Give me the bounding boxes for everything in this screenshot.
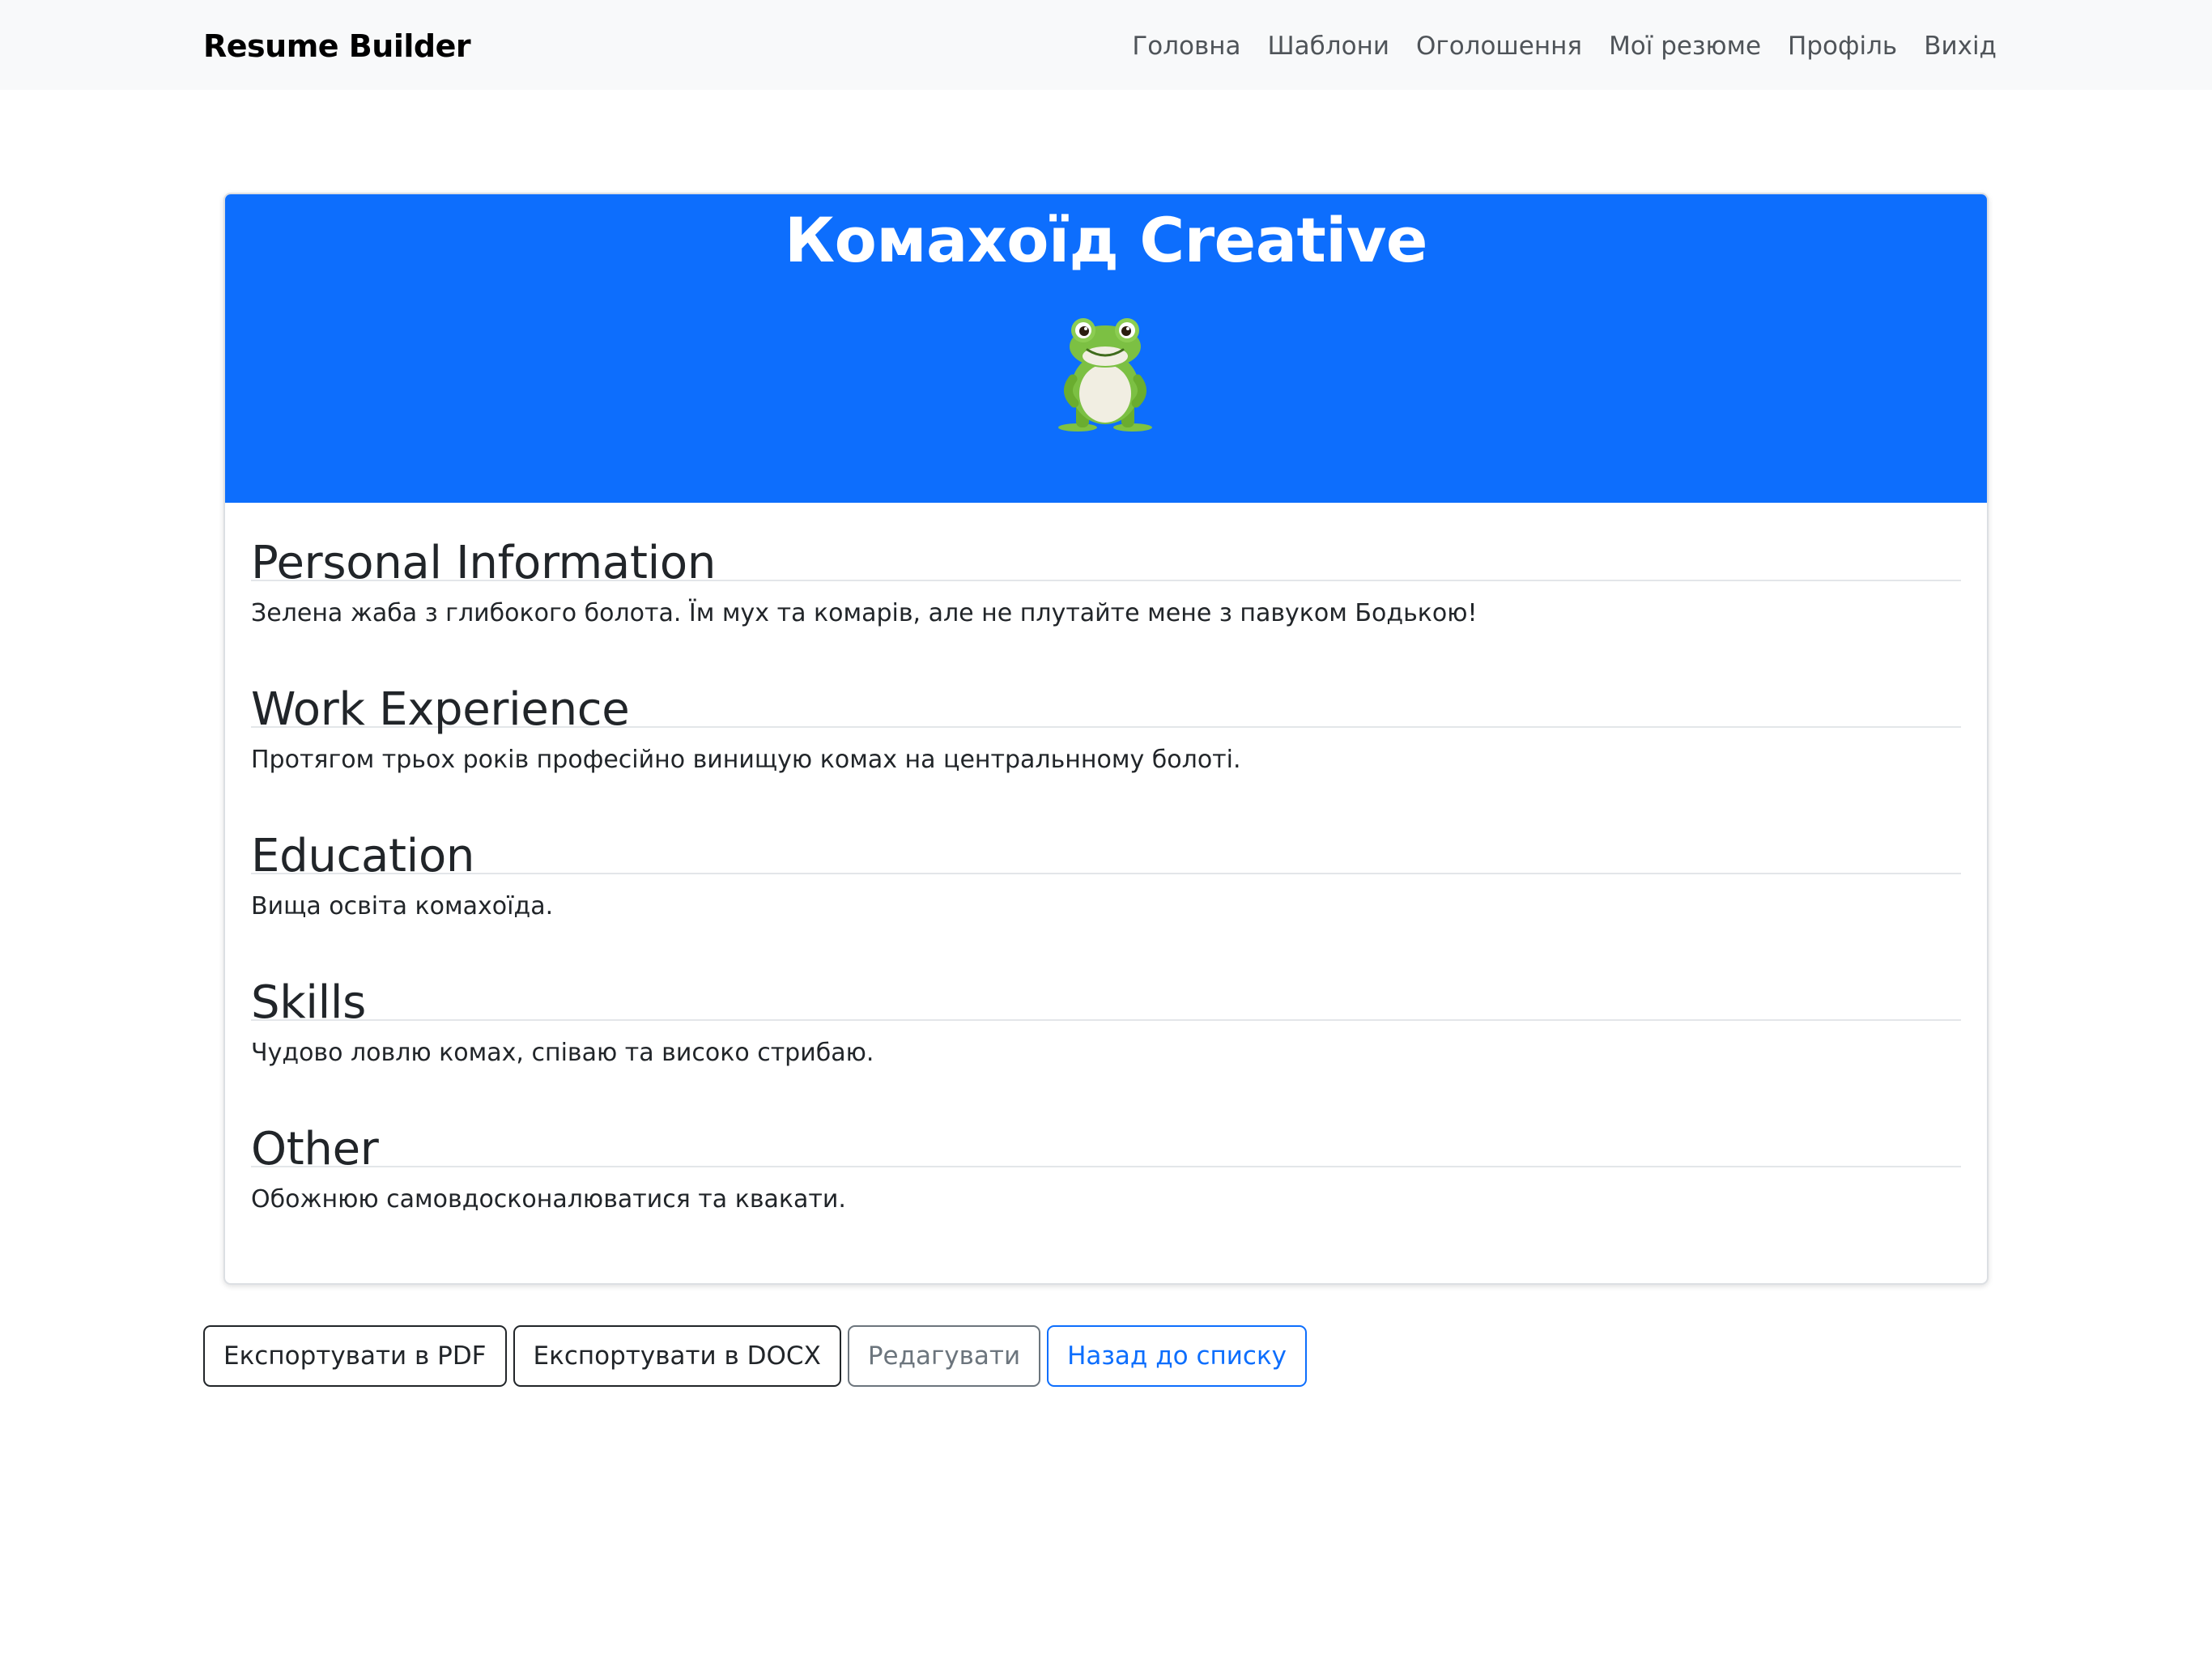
resume-header: Комахоїд Creative — [225, 194, 1987, 503]
nav-link-templates[interactable]: Шаблони — [1268, 32, 1389, 61]
resume-actions: Експортувати в PDF Експортувати в DOCX Р… — [203, 1325, 1308, 1387]
section-text-work: Протягом трьох років професійно винищую … — [251, 746, 1241, 774]
nav-link-logout[interactable]: Вихід — [1924, 32, 1997, 61]
resume-card: Комахоїд Creative Personal Information З… — [223, 193, 1989, 1285]
section-heading-work: Work Experience — [251, 649, 1961, 736]
section-heading-education: Education — [251, 796, 1961, 882]
section-heading-other: Other — [251, 1089, 1961, 1175]
brand-logo[interactable]: Resume Builder — [203, 0, 471, 92]
top-navbar: Resume Builder Головна Шаблони Оголошенн… — [0, 0, 2212, 90]
frog-avatar-icon — [1058, 318, 1152, 432]
section-text-other: Обожнюю самовдосконалюватися та квакати. — [251, 1185, 846, 1214]
nav-link-my-resumes[interactable]: Мої резюме — [1609, 32, 1761, 61]
export-pdf-button[interactable]: Експортувати в PDF — [203, 1325, 507, 1387]
export-docx-button[interactable]: Експортувати в DOCX — [513, 1325, 841, 1387]
back-to-list-button[interactable]: Назад до списку — [1047, 1325, 1308, 1387]
edit-button[interactable]: Редагувати — [847, 1325, 1041, 1387]
resume-title: Комахоїд Creative — [785, 204, 1427, 276]
nav-link-home[interactable]: Головна — [1132, 32, 1240, 61]
section-heading-personal: Personal Information — [251, 503, 1961, 589]
section-text-education: Вища освіта комахоїда. — [251, 892, 554, 920]
section-heading-skills: Skills — [251, 942, 1961, 1029]
nav-link-ads[interactable]: Оголошення — [1416, 32, 1582, 61]
nav-links: Головна Шаблони Оголошення Мої резюме Пр… — [1132, 0, 1997, 92]
section-text-skills: Чудово ловлю комах, співаю та високо стр… — [251, 1039, 874, 1067]
resume-body: Personal Information Зелена жаба з глибо… — [225, 503, 1987, 1235]
nav-link-profile[interactable]: Профіль — [1788, 32, 1897, 61]
section-text-personal: Зелена жаба з глибокого болота. Їм мух т… — [251, 599, 1478, 627]
